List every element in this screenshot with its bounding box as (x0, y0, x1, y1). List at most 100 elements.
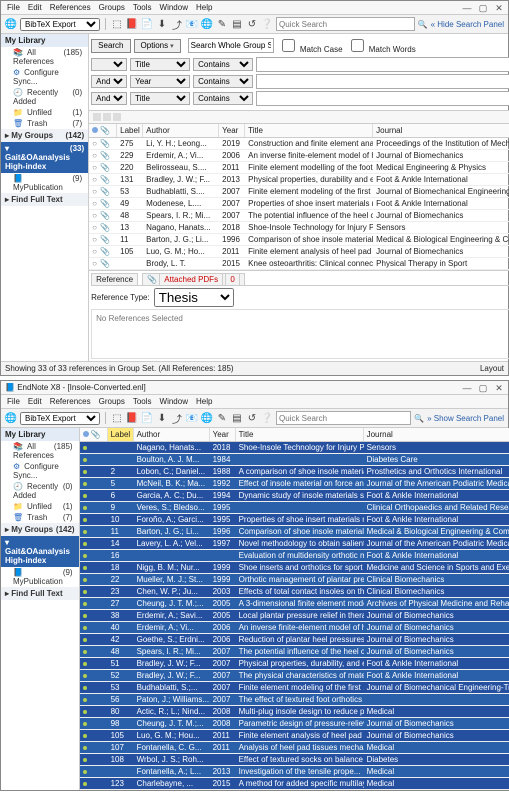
table-row[interactable]: 38 Erdemir, A.; Savi... 2005 Local plant… (80, 610, 509, 622)
sidebar-configure-sync[interactable]: ⚙Configure Sync... (1, 461, 79, 481)
options-button[interactable]: Options▾ (134, 39, 181, 53)
table-row[interactable]: 56 Paton, J.; Williams... 2007 The effec… (80, 694, 509, 706)
search-value-input[interactable] (256, 91, 509, 106)
tool-icon[interactable]: ⤴ (171, 18, 183, 30)
field-select[interactable]: Title (130, 58, 190, 71)
sidebar-recently-added[interactable]: 🕘Recently Added(0) (1, 87, 88, 107)
table-row[interactable]: 51 Bradley, J. W.; F... 2007 Physical pr… (80, 658, 509, 670)
sort-icons[interactable] (93, 113, 121, 121)
table-row[interactable]: ○ 📎 48 Spears, I. R.; Mi... 2007 The pot… (89, 210, 509, 222)
globe-icon[interactable]: 🌐 (5, 412, 17, 424)
table-row[interactable]: 52 Bradley, J. W.; F... 2007 The physica… (80, 670, 509, 682)
show-search-panel-link[interactable]: » Show Search Panel (427, 414, 504, 423)
tool-icon[interactable]: ⬚ (111, 18, 123, 30)
globe-icon[interactable]: 🌐 (5, 18, 17, 30)
tool-icon[interactable]: 📄 (141, 412, 153, 424)
gait-group-header[interactable]: ▾ Gait&OAanalysis High-index (1, 536, 79, 567)
minimize-icon[interactable]: — (462, 3, 472, 13)
tool-icon[interactable]: ↺ (246, 412, 258, 424)
table-row[interactable]: ○ 📎 275 Li, Y. H.; Leong... 2019 Constru… (89, 138, 509, 150)
menu-tools[interactable]: Tools (133, 3, 152, 12)
menu-help[interactable]: Help (196, 3, 212, 12)
match-case-checkbox[interactable]: Match Case (278, 36, 343, 55)
menu-edit[interactable]: Edit (28, 397, 42, 406)
sidebar-mypublication[interactable]: 📘 MyPublication(9) (1, 173, 88, 193)
col-label[interactable]: Label (117, 124, 143, 137)
menu-edit[interactable]: Edit (28, 3, 42, 12)
table-row[interactable]: Fontanella, A.; L... 2013 Investigation … (80, 766, 509, 778)
op-select[interactable]: Contains (193, 75, 253, 88)
table-row[interactable]: 107 Fontanella, C. G... 2011 Analysis of… (80, 742, 509, 754)
quick-search-input[interactable] (276, 17, 415, 31)
close-icon[interactable]: ✕ (494, 383, 504, 393)
search-scope-select[interactable] (188, 38, 274, 53)
tool-icon[interactable]: ✎ (216, 18, 228, 30)
table-row[interactable]: ○ 📎 105 Luo, G. M.; Ho... 2011 Finite el… (89, 246, 509, 258)
col-author[interactable]: Author (134, 428, 210, 441)
table-row[interactable]: 105 Luo, G. M.; Hou... 2011 Finite eleme… (80, 730, 509, 742)
tool-icon[interactable]: ⬇ (156, 412, 168, 424)
gait-group-header[interactable]: ▾ Gait&OAanalysis High-index(33) (1, 142, 88, 173)
find-full-text-header[interactable]: ▸ Find Full Text (1, 193, 88, 206)
col-journal[interactable]: Journal (364, 428, 509, 441)
tool-icon[interactable]: ✎ (216, 412, 228, 424)
sidebar-mypublication[interactable]: 📘 MyPublication(9) (1, 567, 79, 587)
search-icon[interactable]: 🔍 (414, 414, 424, 423)
table-row[interactable]: 42 Goethe, S.; Erdni... 2006 Reduction o… (80, 634, 509, 646)
table-row[interactable]: 5 McNeil, B. K.; Ma... 1992 Effect of in… (80, 478, 509, 490)
table-row[interactable]: 98 Cheung, J. T. M.;... 2008 Parametric … (80, 718, 509, 730)
tool-icon[interactable]: ❔ (261, 18, 273, 30)
table-row[interactable]: 22 Mueller, M. J.; St... 1999 Orthotic m… (80, 574, 509, 586)
table-row[interactable]: ○ 📎 220 Belirosseau, S.... 2011 Finite e… (89, 162, 509, 174)
table-row[interactable]: ○ 📎 13 Nagano, Hanats... 2018 Shoe-Insol… (89, 222, 509, 234)
table-row[interactable]: 123 Charlebayne, ... 2015 A method for a… (80, 778, 509, 790)
sidebar-unfiled[interactable]: 📁Unfiled(1) (1, 501, 79, 512)
find-full-text-header[interactable]: ▸ Find Full Text (1, 587, 79, 600)
col-journal[interactable]: Journal (373, 124, 509, 137)
table-row[interactable]: 80 Actic, R.; L.; Nind... 2008 Multi-plu… (80, 706, 509, 718)
attached-pdfs-tab[interactable]: 📎 Attached PDFs 0 (142, 273, 245, 285)
col-label[interactable]: Label (108, 428, 134, 441)
table-row[interactable]: ○ 📎 11 Barton, J. G.; Li... 1996 Compari… (89, 234, 509, 246)
bool-select[interactable] (91, 58, 127, 71)
sidebar-trash[interactable]: 🗑Trash(7) (1, 512, 79, 523)
table-row[interactable]: 9 Veres, S.; Bledso... 1995 Clinical Ort… (80, 502, 509, 514)
menu-window[interactable]: Window (160, 397, 188, 406)
table-row[interactable]: Nagano, Hanats... 2018 Shoe-Insole Techn… (80, 442, 509, 454)
quick-search-input[interactable] (276, 411, 411, 425)
table-row[interactable]: Boulton, A. J. M... 1984 Diabetes Care (80, 454, 509, 466)
search-button[interactable]: Search (91, 39, 130, 53)
table-row[interactable]: 27 Cheung, J. T. M.;... 2005 A 3-dimensi… (80, 598, 509, 610)
field-select[interactable]: Year (130, 75, 190, 88)
reference-tab[interactable]: Reference (91, 273, 138, 285)
table-row[interactable]: 14 Lavery, L. A.; Vel... 1997 Novel meth… (80, 538, 509, 550)
menu-references[interactable]: References (50, 397, 91, 406)
sidebar-unfiled[interactable]: 📁Unfiled(1) (1, 107, 88, 118)
table-row[interactable]: ○ 📎 131 Bradley, J. W.; F... 2013 Physic… (89, 174, 509, 186)
table-row[interactable]: 48 Spears, I. R.; Mi... 2007 The potenti… (80, 646, 509, 658)
reference-type-select[interactable]: Thesis (154, 288, 234, 307)
sidebar-all-references[interactable]: 📚All References(185) (1, 441, 79, 461)
bool-select[interactable]: And (91, 75, 127, 88)
close-icon[interactable]: ✕ (494, 3, 504, 13)
hide-search-panel-link[interactable]: « Hide Search Panel (431, 20, 504, 29)
table-row[interactable]: 108 Wrbol, J. S.; Roh... Effect of textu… (80, 754, 509, 766)
menu-tools[interactable]: Tools (133, 397, 152, 406)
menu-file[interactable]: File (7, 397, 20, 406)
maximize-icon[interactable]: ▢ (478, 3, 488, 13)
col-year[interactable]: Year (219, 124, 245, 137)
table-row[interactable]: 6 Garcia, A. C.; Du... 1994 Dynamic stud… (80, 490, 509, 502)
status-col-icon[interactable] (92, 127, 98, 133)
tool-icon[interactable]: 📧 (186, 18, 198, 30)
table-row[interactable]: ○ 📎 Brody, L. T. 2015 Knee osteoarthriti… (89, 258, 509, 270)
output-style-select[interactable]: BibTeX Export (20, 18, 100, 31)
field-select[interactable]: Title (130, 92, 190, 105)
table-row[interactable]: 40 Erdemir, A.; Vi... 2006 An inverse fi… (80, 622, 509, 634)
maximize-icon[interactable]: ▢ (478, 383, 488, 393)
col-title[interactable]: Title (236, 428, 364, 441)
sidebar-configure-sync[interactable]: ⚙Configure Sync... (1, 67, 88, 87)
tool-icon[interactable]: 📕 (126, 412, 138, 424)
tool-icon[interactable]: 📧 (186, 412, 198, 424)
bool-select[interactable]: And (91, 92, 127, 105)
tool-icon[interactable]: ⬇ (156, 18, 168, 30)
